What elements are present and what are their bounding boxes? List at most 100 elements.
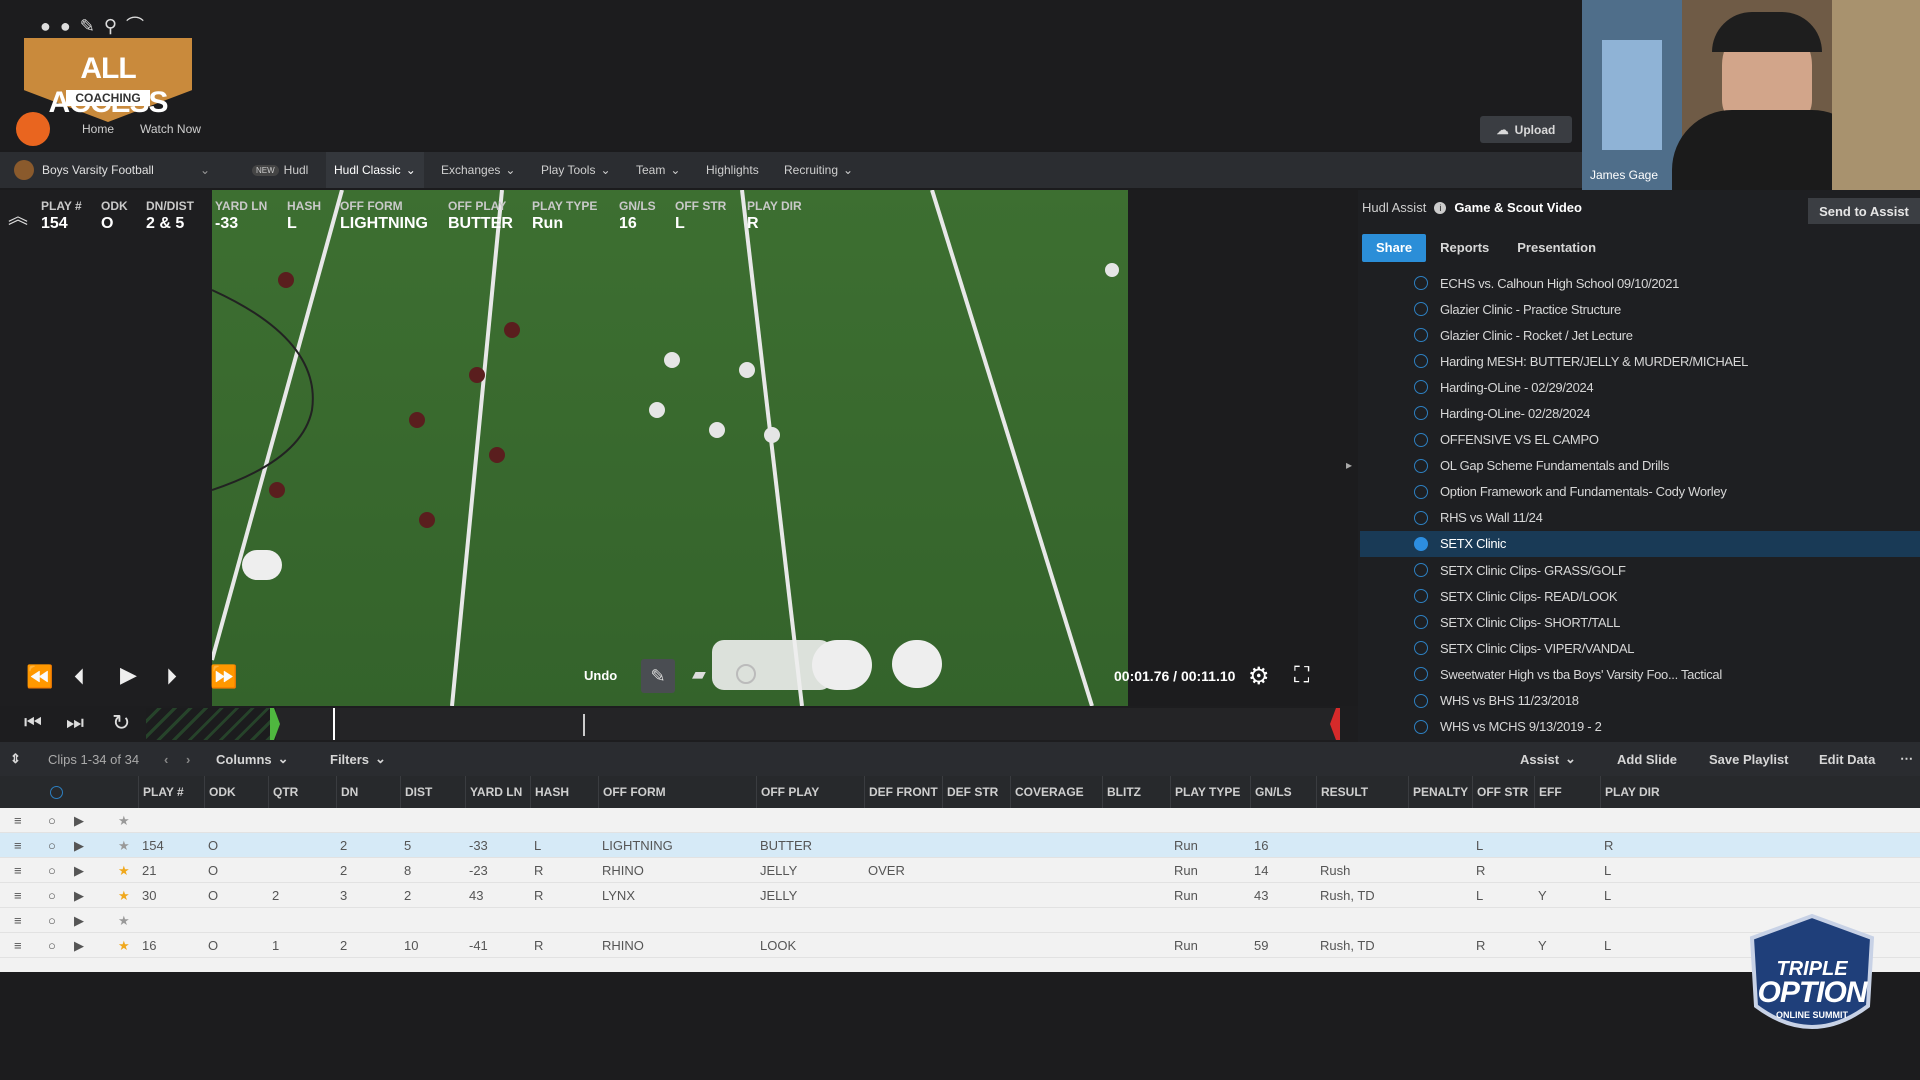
circle-tool-icon[interactable] [736,664,756,684]
radio-button[interactable] [1414,536,1428,551]
skip-first-icon[interactable]: ⏮ [24,712,42,735]
star-icon[interactable]: ★ [118,883,130,908]
radio-button[interactable] [1414,432,1428,447]
row-play-icon[interactable]: ▶ [74,933,84,958]
column-header[interactable]: OFF FORM [598,776,756,808]
expand-right-icon[interactable]: ▸ [1346,458,1352,472]
column-header[interactable]: DEF STR [942,776,1010,808]
collapse-up-icon[interactable]: ︽ [8,200,28,229]
save-playlist-button[interactable]: Save Playlist [1709,742,1789,776]
drag-handle-icon[interactable]: ≡ [14,808,22,833]
radio-button[interactable] [1414,589,1428,604]
column-header[interactable]: BLITZ [1102,776,1170,808]
add-slide-button[interactable]: Add Slide [1617,742,1677,776]
radio-button[interactable] [1414,276,1428,290]
nav-home[interactable]: Home [82,122,114,136]
step-forward-icon[interactable]: ⏵ [166,664,177,690]
star-icon[interactable]: ★ [118,833,130,858]
radio-button[interactable] [1414,302,1428,317]
column-header[interactable]: PLAY DIR [1600,776,1690,808]
column-header[interactable]: DN [336,776,400,808]
draw-pen-icon[interactable]: ✎ [641,659,675,693]
video-list-item[interactable]: Glazier Clinic - Practice Structure [1360,296,1920,322]
row-select-radio[interactable]: ○ [48,883,56,908]
tab-team[interactable]: Team ⌄ [636,152,680,188]
tab-hudl[interactable]: NEW Hudl [252,152,308,188]
comment-icon[interactable]: ▰ [692,664,706,685]
timeline-track[interactable] [146,708,1336,740]
team-selector[interactable]: Boys Varsity Football ⌄ [14,158,210,182]
column-header[interactable]: OFF PLAY [756,776,864,808]
star-icon[interactable]: ★ [118,908,130,933]
drag-handle-icon[interactable]: ≡ [14,933,22,958]
tab-recruiting[interactable]: Recruiting ⌄ [784,152,853,188]
nav-watch-now[interactable]: Watch Now [140,122,201,136]
send-to-assist-button[interactable]: Send to Assist [1808,198,1920,224]
row-play-icon[interactable]: ▶ [74,883,84,908]
column-header[interactable]: YARD LN [465,776,530,808]
video-list-item[interactable]: WHS vs MCHS 9/13/2019 - 2 [1360,714,1920,740]
radio-button[interactable] [1414,563,1428,578]
drag-handle-icon[interactable]: ≡ [14,908,22,933]
filters-dropdown[interactable]: Filters ⌄ [330,742,386,776]
video-list-item[interactable]: SETX Clinic Clips- SHORT/TALL [1360,609,1920,635]
more-icon[interactable]: ⋯ [1900,742,1913,776]
column-header[interactable]: PLAY TYPE [1170,776,1250,808]
loop-icon[interactable]: ↻ [112,710,130,736]
drag-handle-icon[interactable]: ≡ [14,858,22,883]
playhead[interactable] [333,708,335,740]
columns-dropdown[interactable]: Columns ⌄ [216,742,289,776]
video-list-item[interactable]: Harding MESH: BUTTER/JELLY & MURDER/MICH… [1360,348,1920,374]
video-list-item[interactable]: WHS vs BHS 11/23/2018 [1360,688,1920,714]
column-header[interactable]: ODK [204,776,268,808]
video-player[interactable] [212,190,1128,706]
table-row[interactable]: ≡ ○ ▶ ★ 16 O 1 2 10 -41 R RHINO LOOK Run 59 Rush, TD R Y L [0,933,1920,958]
table-row[interactable]: ≡ ○ ▶ ★ 21 O 2 8 -23 R RHINO JELLY OVER Run 14 Rush R L [0,858,1920,883]
tab-hudl-classic[interactable]: Hudl Classic ⌄ [326,152,424,188]
play-icon[interactable]: ▶ [120,662,137,688]
hudl-logo-icon[interactable] [16,112,50,146]
radio-button[interactable] [1414,510,1428,525]
column-header[interactable]: PLAY # [138,776,204,808]
star-icon[interactable]: ★ [118,933,130,958]
star-icon[interactable]: ★ [118,808,130,833]
upload-button[interactable]: ☁ Upload [1480,116,1572,143]
table-row[interactable]: ≡ ○ ▶ ★ [0,808,1920,833]
assist-dropdown[interactable]: Assist ⌄ [1520,742,1576,776]
column-header[interactable]: DIST [400,776,465,808]
video-list-item[interactable]: Option Framework and Fundamentals- Cody … [1360,479,1920,505]
radio-button[interactable] [1414,458,1428,473]
next-clip-icon[interactable]: › [186,742,190,776]
fullscreen-icon[interactable]: ⛶ [1294,662,1309,688]
radio-button[interactable] [1414,484,1428,499]
row-play-icon[interactable]: ▶ [74,833,84,858]
info-icon[interactable]: i [1434,201,1447,214]
radio-button[interactable] [1414,719,1428,734]
column-header[interactable]: HASH [530,776,598,808]
radio-button[interactable] [1414,615,1428,630]
video-list-item[interactable]: Sweetwater High vs tba Boys' Varsity Foo… [1360,661,1920,687]
row-select-radio[interactable]: ○ [48,858,56,883]
video-list-item[interactable]: SETX Clinic Clips- GRASS/GOLF [1360,557,1920,583]
row-select-radio[interactable]: ○ [48,908,56,933]
row-select-radio[interactable]: ○ [48,933,56,958]
column-header[interactable]: QTR [268,776,336,808]
column-header[interactable]: EFF [1534,776,1600,808]
tab-play-tools[interactable]: Play Tools ⌄ [541,152,611,188]
video-list-item[interactable]: Harding-OLine - 02/29/2024 [1360,374,1920,400]
row-play-icon[interactable]: ▶ [74,808,84,833]
column-header[interactable]: OFF STR [1472,776,1534,808]
tab-highlights[interactable]: Highlights [706,152,759,188]
tab-reports[interactable]: Reports [1426,234,1503,262]
select-all-radio[interactable] [50,786,63,799]
radio-button[interactable] [1414,667,1428,682]
settings-gear-icon[interactable]: ⚙ [1248,662,1270,691]
column-header[interactable]: RESULT [1316,776,1408,808]
radio-button[interactable] [1414,380,1428,395]
video-list-item[interactable]: Harding-OLine- 02/28/2024 [1360,400,1920,426]
column-header[interactable]: PENALTY [1408,776,1472,808]
star-icon[interactable]: ★ [118,858,130,883]
video-list-item[interactable]: OL Gap Scheme Fundamentals and Drills [1360,453,1920,479]
row-select-radio[interactable]: ○ [48,808,56,833]
radio-button[interactable] [1414,406,1428,421]
